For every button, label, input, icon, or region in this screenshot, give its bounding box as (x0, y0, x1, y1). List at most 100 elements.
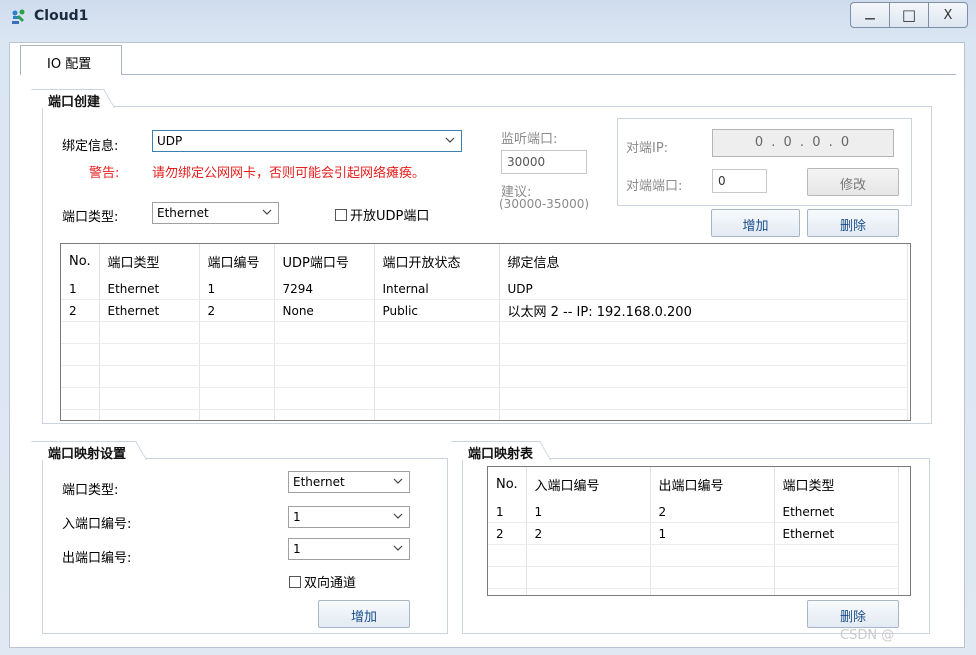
table-cell: Public (374, 299, 500, 322)
port-type-value: Ethernet (157, 206, 209, 220)
open-udp-label: 开放UDP端口 (350, 209, 430, 224)
table-cell: Ethernet (774, 522, 899, 545)
modify-button[interactable]: 修改 (807, 168, 899, 196)
binding-select[interactable]: UDP (152, 130, 462, 152)
listen-port-value: 30000 (507, 155, 546, 169)
empty-row (61, 387, 908, 410)
in-port-select[interactable]: 1 (288, 506, 410, 528)
close-button[interactable]: X (928, 2, 968, 28)
empty-row (61, 321, 908, 344)
add-port-button[interactable]: 增加 (711, 209, 800, 237)
column-header[interactable]: 端口类型 (99, 244, 200, 278)
delete-mapping-button[interactable]: 删除 (807, 600, 899, 628)
maximize-icon: □ (901, 6, 917, 24)
table-row[interactable]: 1 1 2 Ethernet (488, 501, 899, 523)
binding-value: UDP (157, 134, 183, 148)
tab-label: IO 配置 (47, 57, 92, 72)
maximize-button[interactable]: □ (889, 2, 929, 28)
empty-row (61, 409, 908, 420)
table-cell: 1 (61, 278, 100, 300)
checkbox-box (289, 575, 301, 588)
table-cell: 2 (488, 522, 527, 545)
table-row[interactable]: 2 Ethernet 2 None Public 以太网 2 -- IP: 19… (61, 299, 908, 322)
peer-ip-input[interactable]: 0 . 0 . 0 . 0 (712, 129, 894, 157)
column-header[interactable]: No. (61, 244, 100, 278)
empty-row (488, 588, 899, 595)
port-map-table[interactable]: No. 入端口编号 出端口编号 端口类型 1 1 2 Ethernet 2 2 … (487, 466, 911, 596)
chevron-down-icon (393, 513, 403, 519)
minimize-button[interactable]: — (850, 2, 890, 28)
in-port-label: 入端口编号: (62, 517, 132, 532)
map-port-type-label: 端口类型: (62, 483, 119, 498)
table-cell: Ethernet (99, 278, 200, 300)
column-header[interactable]: 端口编号 (199, 244, 275, 278)
column-header[interactable]: 端口类型 (774, 467, 899, 501)
port-create-title: 端口创建 (44, 91, 105, 110)
empty-row (488, 544, 899, 567)
table-cell: UDP (499, 278, 908, 300)
column-header[interactable]: No. (488, 467, 527, 501)
port-map-table-title: 端口映射表 (464, 443, 538, 462)
peer-port-label: 对端端口: (626, 179, 683, 194)
peer-ip-label: 对端IP: (626, 141, 669, 156)
add-mapping-button[interactable]: 增加 (318, 600, 410, 628)
add-port-label: 增加 (742, 219, 769, 234)
table-row[interactable]: 2 2 1 Ethernet (488, 522, 899, 545)
out-port-label: 出端口编号: (62, 551, 132, 566)
checkbox-box (335, 208, 347, 221)
out-port-select[interactable]: 1 (288, 538, 410, 560)
table-cell: 2 (650, 501, 775, 523)
column-header[interactable]: 入端口编号 (526, 467, 651, 501)
peer-port-input[interactable]: 0 (712, 169, 767, 193)
peer-port-value: 0 (718, 174, 726, 188)
table-row[interactable]: 1 Ethernet 1 7294 Internal UDP (61, 278, 908, 300)
port-table-grid: No. 端口类型 端口编号 UDP端口号 端口开放状态 绑定信息 1 Ether… (61, 244, 908, 420)
delete-mapping-label: 删除 (839, 610, 866, 625)
close-icon: X (943, 7, 953, 23)
column-header[interactable]: UDP端口号 (274, 244, 375, 278)
chevron-down-icon (445, 137, 455, 143)
table-cell: 2 (61, 299, 100, 322)
title-bar[interactable]: Cloud1 — □ X (0, 0, 976, 34)
window-title: Cloud1 (34, 8, 89, 24)
port-table[interactable]: No. 端口类型 端口编号 UDP端口号 端口开放状态 绑定信息 1 Ether… (60, 243, 911, 421)
table-cell: Ethernet (774, 501, 899, 523)
column-header[interactable]: 端口开放状态 (374, 244, 500, 278)
chevron-down-icon (393, 478, 403, 484)
cloud1-window: Cloud1 — □ X IO 配置 端口创建 绑定信息: UDP 警告: 请勿… (0, 0, 976, 655)
empty-row (61, 343, 908, 366)
warning-label: 警告: (89, 166, 120, 181)
empty-row (488, 566, 899, 589)
warning-text: 请勿绑定公网网卡，否则可能会引起网络瘫痪。 (152, 166, 426, 181)
minimize-icon: — (864, 11, 876, 25)
in-port-value: 1 (293, 510, 301, 524)
chevron-down-icon (262, 209, 272, 215)
port-map-settings-title: 端口映射设置 (44, 443, 131, 462)
watermark: CSDN @ (840, 628, 895, 643)
bidirectional-checkbox[interactable]: 双向通道 (289, 572, 356, 591)
table-cell: Internal (374, 278, 500, 300)
port-map-table-header: No. 入端口编号 出端口编号 端口类型 (488, 467, 899, 501)
column-header[interactable]: 绑定信息 (499, 244, 908, 278)
listen-port-input[interactable]: 30000 (501, 150, 587, 174)
port-table-header: No. 端口类型 端口编号 UDP端口号 端口开放状态 绑定信息 (61, 244, 908, 278)
tab-io-config[interactable]: IO 配置 (20, 45, 122, 75)
map-port-type-value: Ethernet (293, 475, 345, 489)
table-cell: 以太网 2 -- IP: 192.168.0.200 (499, 299, 908, 322)
suggest-range: (30000-35000) (499, 197, 590, 211)
table-cell: 2 (526, 522, 651, 545)
table-cell: None (274, 299, 375, 322)
delete-port-label: 删除 (839, 219, 866, 234)
port-type-label: 端口类型: (62, 210, 119, 225)
chevron-down-icon (393, 545, 403, 551)
port-map-table-grid: No. 入端口编号 出端口编号 端口类型 1 1 2 Ethernet 2 2 … (488, 467, 899, 595)
peer-ip-value: 0 . 0 . 0 . 0 (754, 135, 852, 150)
modify-label: 修改 (839, 178, 866, 193)
column-header[interactable]: 出端口编号 (650, 467, 775, 501)
add-mapping-label: 增加 (350, 610, 377, 625)
delete-port-button[interactable]: 删除 (807, 209, 899, 237)
port-type-select[interactable]: Ethernet (152, 202, 279, 224)
table-cell: 2 (199, 299, 275, 322)
open-udp-checkbox[interactable]: 开放UDP端口 (335, 205, 429, 224)
map-port-type-select[interactable]: Ethernet (288, 471, 410, 493)
